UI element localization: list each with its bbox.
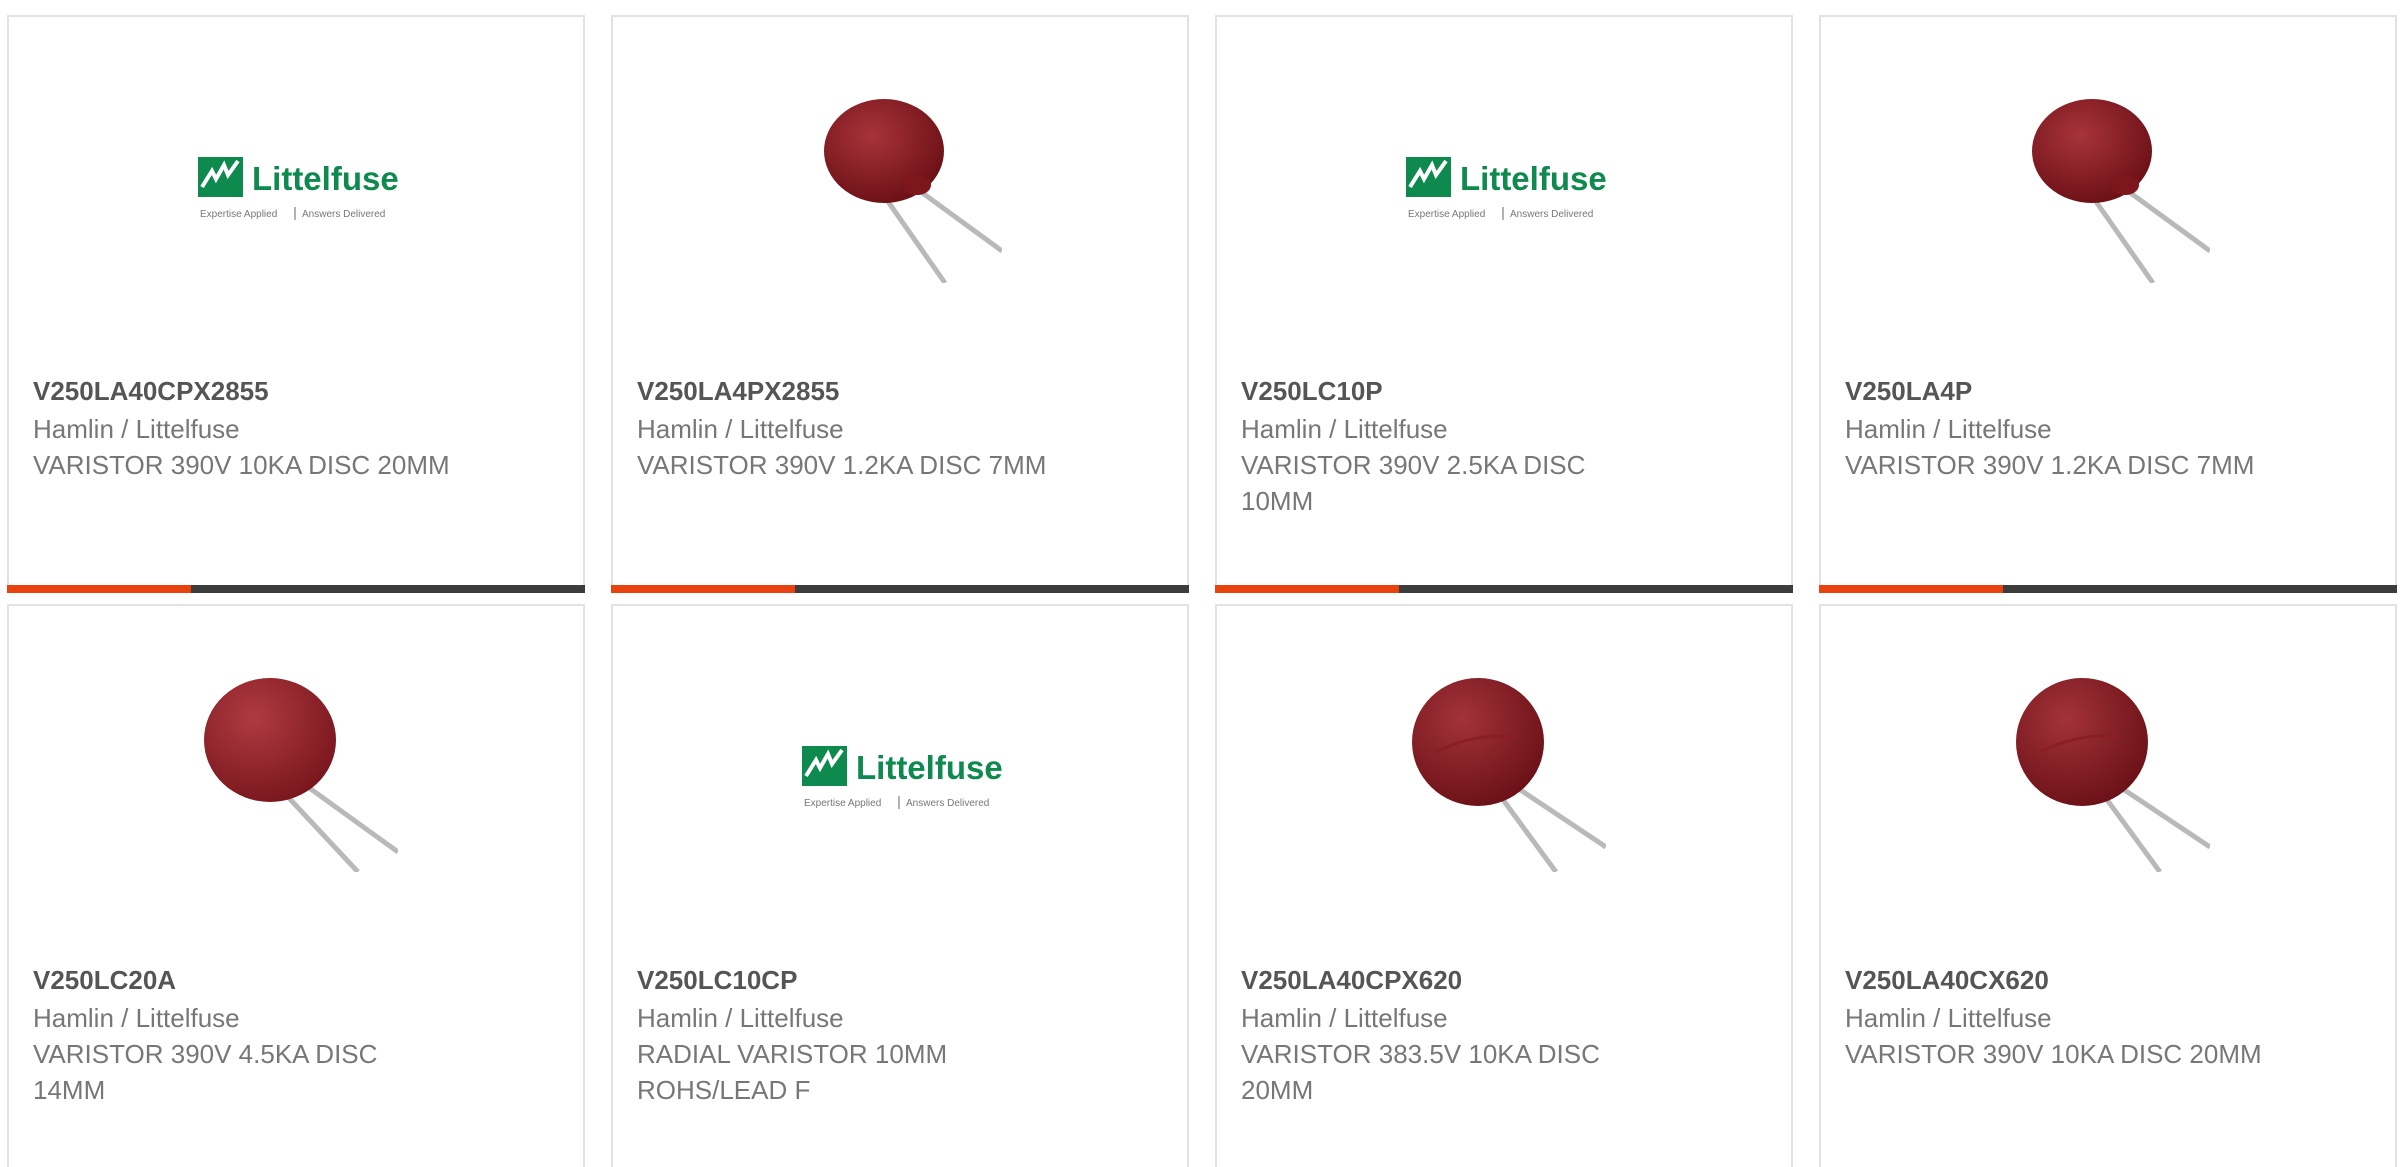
product-brand: Hamlin / Littelfuse xyxy=(1845,1003,2052,1033)
product-sku[interactable]: V250LC20A xyxy=(33,963,176,997)
product-sku[interactable]: V250LA40CX620 xyxy=(1845,963,2049,997)
card-accent-bar xyxy=(1819,585,2003,593)
littelfuse-logo-icon: Littelfuse Expertise Applied Answers Del… xyxy=(198,157,398,220)
card-accent-bar xyxy=(1215,585,1399,593)
logo-wordmark: Littelfuse xyxy=(1460,160,1606,197)
product-description: VARISTOR 383.5V 10KA DISC 20MM xyxy=(1241,1039,1600,1105)
product-card[interactable]: V250LA40CPX620 Hamlin / Littelfuse VARIS… xyxy=(1215,604,1793,1167)
card-bottom-bar xyxy=(1819,585,2397,593)
logo-tagline-left: Expertise Applied xyxy=(1408,209,1485,220)
logo-tagline-left: Expertise Applied xyxy=(200,209,277,220)
product-image[interactable]: Littelfuse Expertise Applied Answers Del… xyxy=(1406,83,1606,283)
logo-wordmark: Littelfuse xyxy=(252,160,398,197)
product-grid: Littelfuse Expertise Applied Answers Del… xyxy=(0,0,2400,1167)
product-image[interactable] xyxy=(1406,672,1606,872)
varistor-icon xyxy=(2016,678,2210,872)
logo-wordmark: Littelfuse xyxy=(856,749,1002,786)
product-brand: Hamlin / Littelfuse xyxy=(33,1003,240,1033)
product-description: VARISTOR 390V 1.2KA DISC 7MM xyxy=(1845,450,2255,480)
product-sku[interactable]: V250LC10CP xyxy=(637,963,797,997)
product-card[interactable]: V250LA4PX2855 Hamlin / Littelfuse VARIST… xyxy=(611,15,1189,593)
varistor-icon xyxy=(824,99,1002,283)
varistor-icon xyxy=(2032,99,2210,283)
logo-tagline-right: Answers Delivered xyxy=(906,798,989,809)
varistor-icon xyxy=(1412,678,1606,872)
card-bottom-bar xyxy=(7,585,585,593)
product-description: VARISTOR 390V 1.2KA DISC 7MM xyxy=(637,450,1047,480)
product-sku[interactable]: V250LA40CPX2855 xyxy=(33,374,269,408)
product-description: RADIAL VARISTOR 10MM ROHS/LEAD F xyxy=(637,1039,948,1105)
product-image[interactable] xyxy=(2010,672,2210,872)
product-sku[interactable]: V250LA4PX2855 xyxy=(637,374,839,408)
product-image[interactable] xyxy=(2010,83,2210,283)
product-description: VARISTOR 390V 2.5KA DISC 10MM xyxy=(1241,450,1586,516)
product-brand: Hamlin / Littelfuse xyxy=(33,414,240,444)
product-card[interactable]: V250LC20A Hamlin / Littelfuse VARISTOR 3… xyxy=(7,604,585,1167)
card-accent-bar xyxy=(611,585,795,593)
product-sku[interactable]: V250LA40CPX620 xyxy=(1241,963,1462,997)
logo-tagline-left: Expertise Applied xyxy=(804,798,881,809)
card-bottom-bar xyxy=(1215,585,1793,593)
littelfuse-logo-icon: Littelfuse Expertise Applied Answers Del… xyxy=(802,746,1002,809)
product-image[interactable]: Littelfuse Expertise Applied Answers Del… xyxy=(802,672,1002,872)
logo-tagline-right: Answers Delivered xyxy=(302,209,385,220)
product-brand: Hamlin / Littelfuse xyxy=(1845,414,2052,444)
product-description: VARISTOR 390V 4.5KA DISC 14MM xyxy=(33,1039,378,1105)
product-sku[interactable]: V250LC10P xyxy=(1241,374,1383,408)
product-brand: Hamlin / Littelfuse xyxy=(1241,1003,1448,1033)
product-brand: Hamlin / Littelfuse xyxy=(1241,414,1448,444)
product-image[interactable] xyxy=(802,83,1002,283)
littelfuse-logo-icon: Littelfuse Expertise Applied Answers Del… xyxy=(1406,157,1606,220)
logo-tagline-right: Answers Delivered xyxy=(1510,209,1593,220)
product-sku[interactable]: V250LA4P xyxy=(1845,374,1972,408)
product-image[interactable] xyxy=(198,672,398,872)
varistor-icon xyxy=(204,678,398,872)
card-accent-bar xyxy=(7,585,191,593)
product-description: VARISTOR 390V 10KA DISC 20MM xyxy=(1845,1039,2262,1069)
product-card[interactable]: Littelfuse Expertise Applied Answers Del… xyxy=(1215,15,1793,593)
product-description: VARISTOR 390V 10KA DISC 20MM xyxy=(33,450,450,480)
card-bottom-bar xyxy=(611,585,1189,593)
product-card[interactable]: Littelfuse Expertise Applied Answers Del… xyxy=(7,15,585,593)
product-brand: Hamlin / Littelfuse xyxy=(637,414,844,444)
product-card[interactable]: Littelfuse Expertise Applied Answers Del… xyxy=(611,604,1189,1167)
product-card[interactable]: V250LA40CX620 Hamlin / Littelfuse VARIST… xyxy=(1819,604,2397,1167)
product-brand: Hamlin / Littelfuse xyxy=(637,1003,844,1033)
product-image[interactable]: Littelfuse Expertise Applied Answers Del… xyxy=(198,83,398,283)
product-card[interactable]: V250LA4P Hamlin / Littelfuse VARISTOR 39… xyxy=(1819,15,2397,593)
